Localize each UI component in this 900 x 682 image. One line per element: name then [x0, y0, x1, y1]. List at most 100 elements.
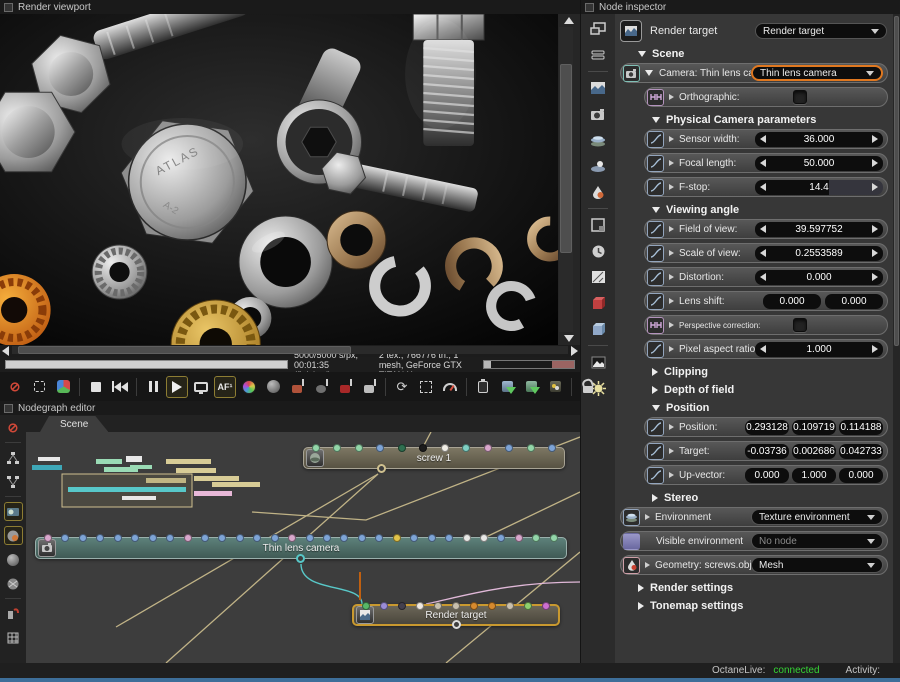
position-y-field[interactable]: 0.109719: [792, 420, 836, 435]
section-scene[interactable]: Scene: [638, 45, 889, 63]
expand-icon[interactable]: [669, 160, 674, 166]
sensor-width-slider[interactable]: 36.000: [755, 132, 883, 147]
collapse-nodes-icon[interactable]: [4, 472, 23, 491]
expand-icon[interactable]: [669, 322, 674, 328]
render-image[interactable]: ATLAS A-2: [0, 14, 558, 345]
geometry-dropdown[interactable]: Mesh: [751, 557, 883, 573]
export-render-icon[interactable]: [520, 376, 542, 398]
perspective-correction-checkbox[interactable]: [793, 318, 807, 332]
orthographic-checkbox[interactable]: [793, 90, 807, 104]
up-vector-y-field[interactable]: 1.000: [792, 468, 836, 483]
curve-icon[interactable]: [647, 131, 664, 148]
render-target-node-icon[interactable]: [587, 78, 609, 98]
rgb-channels-icon[interactable]: [52, 376, 74, 398]
render-preview-icon[interactable]: [4, 526, 23, 545]
material-node-icon[interactable]: [587, 182, 609, 202]
curve-icon[interactable]: [647, 293, 664, 310]
curve-icon[interactable]: [647, 155, 664, 172]
expand-icon[interactable]: [669, 94, 674, 100]
material-preview-icon[interactable]: [4, 502, 23, 521]
render-priority-icon[interactable]: [439, 376, 461, 398]
abort-node-icon[interactable]: ⊘: [4, 418, 23, 437]
autofocus-icon[interactable]: AF¹: [214, 376, 236, 398]
tab-scene[interactable]: Scene: [40, 416, 108, 432]
node-output-pin[interactable]: [296, 554, 305, 563]
section-stereo[interactable]: Stereo: [652, 489, 889, 507]
section-viewing-angle[interactable]: Viewing angle: [652, 201, 889, 219]
expand-icon[interactable]: [669, 226, 674, 232]
nodegraph-canvas[interactable]: screw 1 Thin lens camera Rende: [26, 432, 580, 663]
curve-icon[interactable]: [647, 179, 664, 196]
node-type-dropdown[interactable]: Render target: [755, 23, 887, 39]
scroll-left-icon[interactable]: [2, 346, 9, 356]
position-x-field[interactable]: 0.293128: [745, 420, 789, 435]
pick-white-point-icon[interactable]: [358, 376, 380, 398]
texture-node-icon[interactable]: [587, 352, 609, 372]
expand-nodes-icon[interactable]: [4, 448, 23, 467]
fit-resolution-icon[interactable]: [28, 376, 50, 398]
distortion-slider[interactable]: 0.000: [755, 270, 883, 285]
target-z-field[interactable]: 0.042733: [839, 444, 883, 459]
layers-icon[interactable]: [587, 45, 609, 65]
expand-icon[interactable]: [669, 346, 674, 352]
color-balance-icon[interactable]: [238, 376, 260, 398]
section-tonemap-settings[interactable]: Tonemap settings: [638, 597, 889, 615]
expand-icon[interactable]: [669, 424, 674, 430]
expand-icon[interactable]: [669, 472, 674, 478]
curve-icon[interactable]: [647, 221, 664, 238]
node-render-target[interactable]: Render target: [352, 604, 560, 626]
geometry-node-icon[interactable]: [587, 293, 609, 313]
expand-icon[interactable]: [645, 562, 650, 568]
imager-node-icon[interactable]: [587, 267, 609, 287]
expand-icon[interactable]: [645, 514, 650, 520]
position-z-field[interactable]: 0.114188: [839, 420, 883, 435]
restart-render-icon[interactable]: [109, 376, 131, 398]
mesh-node-icon[interactable]: [587, 319, 609, 339]
break-links-icon[interactable]: [4, 604, 23, 623]
camera-node-icon[interactable]: [587, 104, 609, 124]
curve-icon[interactable]: [647, 269, 664, 286]
inspector-scrollbar[interactable]: [893, 14, 900, 663]
viewport-vertical-scrollbar[interactable]: [558, 14, 580, 345]
section-render-settings[interactable]: Render settings: [638, 579, 889, 597]
node-thin-lens-camera[interactable]: Thin lens camera: [35, 537, 567, 559]
save-image-icon[interactable]: [496, 376, 518, 398]
section-position[interactable]: Position: [652, 399, 889, 417]
up-vector-x-field[interactable]: 0.000: [745, 468, 789, 483]
expand-icon[interactable]: [669, 448, 674, 454]
visible-environment-row[interactable]: Visible environment No node: [620, 531, 888, 551]
scale-of-view-slider[interactable]: 0.2553589: [755, 246, 883, 261]
expand-icon[interactable]: [669, 298, 674, 304]
clay-mode-icon[interactable]: [262, 376, 284, 398]
pick-camera-focus-icon[interactable]: [310, 376, 332, 398]
field-of-view-slider[interactable]: 39.597752: [755, 222, 883, 237]
pause-render-icon[interactable]: [142, 376, 164, 398]
pick-material-icon[interactable]: [286, 376, 308, 398]
expand-icon[interactable]: [669, 274, 674, 280]
animation-node-icon[interactable]: [587, 241, 609, 261]
scroll-up-icon[interactable]: [564, 17, 574, 24]
fstop-slider[interactable]: 14.4: [755, 180, 883, 195]
curve-icon[interactable]: [647, 245, 664, 262]
start-render-icon[interactable]: [166, 376, 188, 398]
save-render-state-icon[interactable]: [544, 376, 566, 398]
curve-icon[interactable]: [647, 443, 664, 460]
abort-render-icon[interactable]: ⊘: [4, 376, 26, 398]
zoom-tool-icon[interactable]: ⟳: [391, 376, 413, 398]
link-node-icon[interactable]: [647, 317, 664, 334]
section-physical-camera[interactable]: Physical Camera parameters: [652, 111, 889, 129]
lens-shift-x-field[interactable]: 0.000: [763, 294, 821, 309]
geometry-row[interactable]: Geometry: screws.obj Mesh: [620, 555, 888, 575]
lens-shift-y-field[interactable]: 0.000: [825, 294, 883, 309]
expand-icon[interactable]: [669, 250, 674, 256]
sphere-preview-icon[interactable]: [4, 550, 23, 569]
node-screw-1[interactable]: screw 1: [303, 447, 565, 469]
section-depth-of-field[interactable]: Depth of field: [652, 381, 889, 399]
environment-dropdown[interactable]: Texture environment: [751, 509, 883, 525]
daylight-node-icon[interactable]: [587, 156, 609, 176]
curve-icon[interactable]: [647, 341, 664, 358]
curve-icon[interactable]: [647, 467, 664, 484]
film-settings-node-icon[interactable]: [587, 215, 609, 235]
expand-icon[interactable]: [669, 136, 674, 142]
expand-icon[interactable]: [669, 184, 674, 190]
